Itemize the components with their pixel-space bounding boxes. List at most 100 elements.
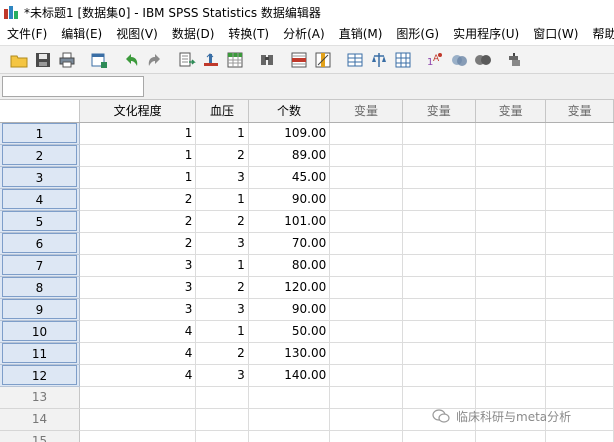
empty-cell[interactable] <box>402 320 476 343</box>
column-header-empty[interactable]: 变量 <box>475 100 547 123</box>
empty-cell[interactable] <box>248 430 331 442</box>
data-cell[interactable]: 45.00 <box>248 166 331 189</box>
empty-cell[interactable] <box>475 254 547 277</box>
empty-cell[interactable] <box>545 188 614 211</box>
row-number[interactable]: 2 <box>0 144 80 167</box>
empty-cell[interactable] <box>402 188 476 211</box>
empty-cell[interactable] <box>329 364 403 387</box>
menu-direct-marketing[interactable]: 直销(M) <box>332 24 390 45</box>
empty-cell[interactable] <box>329 188 403 211</box>
split-file-icon[interactable] <box>344 49 366 71</box>
empty-cell[interactable] <box>329 342 403 365</box>
empty-cell[interactable] <box>545 232 614 255</box>
empty-cell[interactable] <box>79 430 197 442</box>
menu-graphs[interactable]: 图形(G) <box>389 24 446 45</box>
empty-cell[interactable] <box>475 122 547 145</box>
empty-cell[interactable] <box>402 232 476 255</box>
variables-icon[interactable] <box>224 49 246 71</box>
cell-reference-box[interactable] <box>2 76 144 97</box>
empty-cell[interactable] <box>402 276 476 299</box>
empty-cell[interactable] <box>402 166 476 189</box>
row-number[interactable]: 7 <box>0 254 80 277</box>
empty-cell[interactable] <box>402 298 476 321</box>
row-number[interactable]: 8 <box>0 276 80 299</box>
empty-cell[interactable] <box>402 386 476 409</box>
data-cell[interactable]: 2 <box>195 210 249 233</box>
empty-cell[interactable] <box>545 342 614 365</box>
insert-variable-icon[interactable] <box>312 49 334 71</box>
empty-cell[interactable] <box>329 430 403 442</box>
data-cell[interactable]: 1 <box>79 166 197 189</box>
data-cell[interactable]: 3 <box>195 364 249 387</box>
row-number[interactable]: 14 <box>0 408 80 431</box>
empty-cell[interactable] <box>545 144 614 167</box>
empty-cell[interactable] <box>402 342 476 365</box>
menu-transform[interactable]: 转换(T) <box>221 24 276 45</box>
row-number[interactable]: 15 <box>0 430 80 442</box>
use-sets-icon[interactable] <box>448 49 470 71</box>
empty-cell[interactable] <box>545 254 614 277</box>
data-cell[interactable]: 90.00 <box>248 298 331 321</box>
empty-cell[interactable] <box>402 254 476 277</box>
column-header[interactable]: 血压 <box>195 100 249 123</box>
empty-cell[interactable] <box>475 210 547 233</box>
column-header-empty[interactable]: 变量 <box>545 100 614 123</box>
empty-cell[interactable] <box>329 232 403 255</box>
spell-check-icon[interactable] <box>504 49 526 71</box>
row-number[interactable]: 6 <box>0 232 80 255</box>
empty-cell[interactable] <box>329 210 403 233</box>
data-cell[interactable]: 2 <box>79 210 197 233</box>
row-number[interactable]: 9 <box>0 298 80 321</box>
empty-cell[interactable] <box>329 144 403 167</box>
empty-cell[interactable] <box>248 386 331 409</box>
empty-cell[interactable] <box>402 364 476 387</box>
data-cell[interactable]: 4 <box>79 320 197 343</box>
empty-cell[interactable] <box>79 408 197 431</box>
empty-cell[interactable] <box>545 166 614 189</box>
data-cell[interactable]: 80.00 <box>248 254 331 277</box>
goto-case-icon[interactable] <box>176 49 198 71</box>
data-cell[interactable]: 4 <box>79 364 197 387</box>
redo-icon[interactable] <box>144 49 166 71</box>
data-cell[interactable]: 130.00 <box>248 342 331 365</box>
empty-cell[interactable] <box>475 188 547 211</box>
data-cell[interactable]: 1 <box>79 122 197 145</box>
empty-cell[interactable] <box>545 364 614 387</box>
undo-icon[interactable] <box>120 49 142 71</box>
empty-cell[interactable] <box>475 430 547 442</box>
data-cell[interactable]: 2 <box>195 144 249 167</box>
select-cases-icon[interactable] <box>392 49 414 71</box>
empty-cell[interactable] <box>329 254 403 277</box>
menu-data[interactable]: 数据(D) <box>165 24 222 45</box>
data-cell[interactable]: 109.00 <box>248 122 331 145</box>
data-cell[interactable]: 70.00 <box>248 232 331 255</box>
weight-cases-icon[interactable] <box>368 49 390 71</box>
data-cell[interactable]: 120.00 <box>248 276 331 299</box>
row-number[interactable]: 11 <box>0 342 80 365</box>
empty-cell[interactable] <box>329 122 403 145</box>
row-number[interactable]: 4 <box>0 188 80 211</box>
save-icon[interactable] <box>32 49 54 71</box>
data-cell[interactable]: 2 <box>79 232 197 255</box>
data-cell[interactable]: 4 <box>79 342 197 365</box>
empty-cell[interactable] <box>475 364 547 387</box>
empty-cell[interactable] <box>475 386 547 409</box>
data-cell[interactable]: 3 <box>195 298 249 321</box>
empty-cell[interactable] <box>545 386 614 409</box>
menu-window[interactable]: 窗口(W) <box>526 24 585 45</box>
data-cell[interactable]: 1 <box>195 320 249 343</box>
data-cell[interactable]: 101.00 <box>248 210 331 233</box>
menu-edit[interactable]: 编辑(E) <box>54 24 109 45</box>
empty-cell[interactable] <box>195 430 249 442</box>
empty-cell[interactable] <box>545 122 614 145</box>
data-cell[interactable]: 3 <box>79 276 197 299</box>
data-cell[interactable]: 3 <box>195 166 249 189</box>
empty-cell[interactable] <box>402 144 476 167</box>
row-number[interactable]: 1 <box>0 122 80 145</box>
empty-cell[interactable] <box>545 430 614 442</box>
column-header-empty[interactable]: 变量 <box>402 100 476 123</box>
data-cell[interactable]: 1 <box>195 254 249 277</box>
data-cell[interactable]: 90.00 <box>248 188 331 211</box>
show-all-variables-icon[interactable] <box>472 49 494 71</box>
empty-cell[interactable] <box>329 166 403 189</box>
